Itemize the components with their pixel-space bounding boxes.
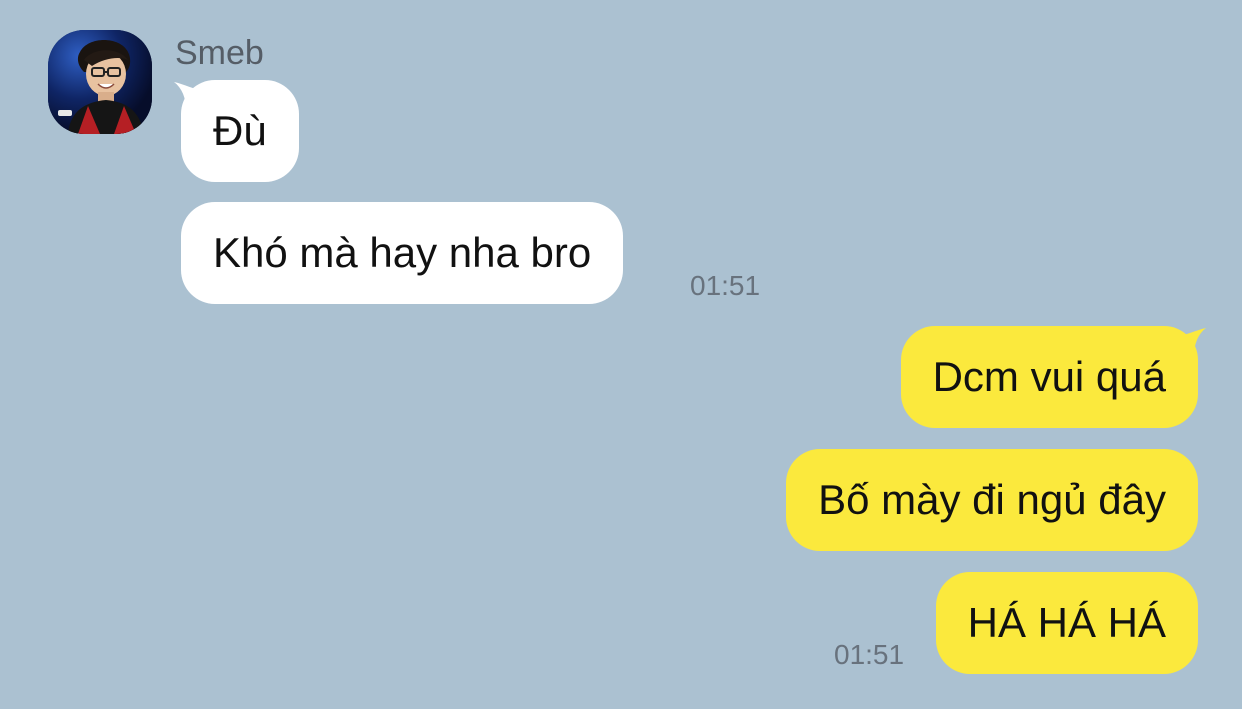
sender-name: Smeb [175, 34, 264, 72]
message-text: Khó mà hay nha bro [213, 229, 592, 276]
message-text: HÁ HÁ HÁ [967, 599, 1166, 646]
avatar[interactable] [48, 30, 152, 134]
outgoing-message[interactable]: HÁ HÁ HÁ [935, 572, 1198, 674]
profile-photo-icon [48, 30, 152, 134]
message-text: Dcm vui quá [932, 353, 1166, 400]
outgoing-message[interactable]: Dcm vui quá [900, 326, 1198, 428]
message-timestamp: 01:51 [834, 639, 905, 670]
message-text: Bố mày đi ngủ đây [818, 476, 1166, 523]
outgoing-message[interactable]: Bố mày đi ngủ đây [786, 449, 1198, 551]
message-timestamp: 01:51 [690, 270, 761, 301]
incoming-message[interactable]: Đù [181, 80, 299, 182]
message-text: Đù [213, 107, 267, 154]
incoming-message[interactable]: Khó mà hay nha bro [181, 202, 624, 304]
